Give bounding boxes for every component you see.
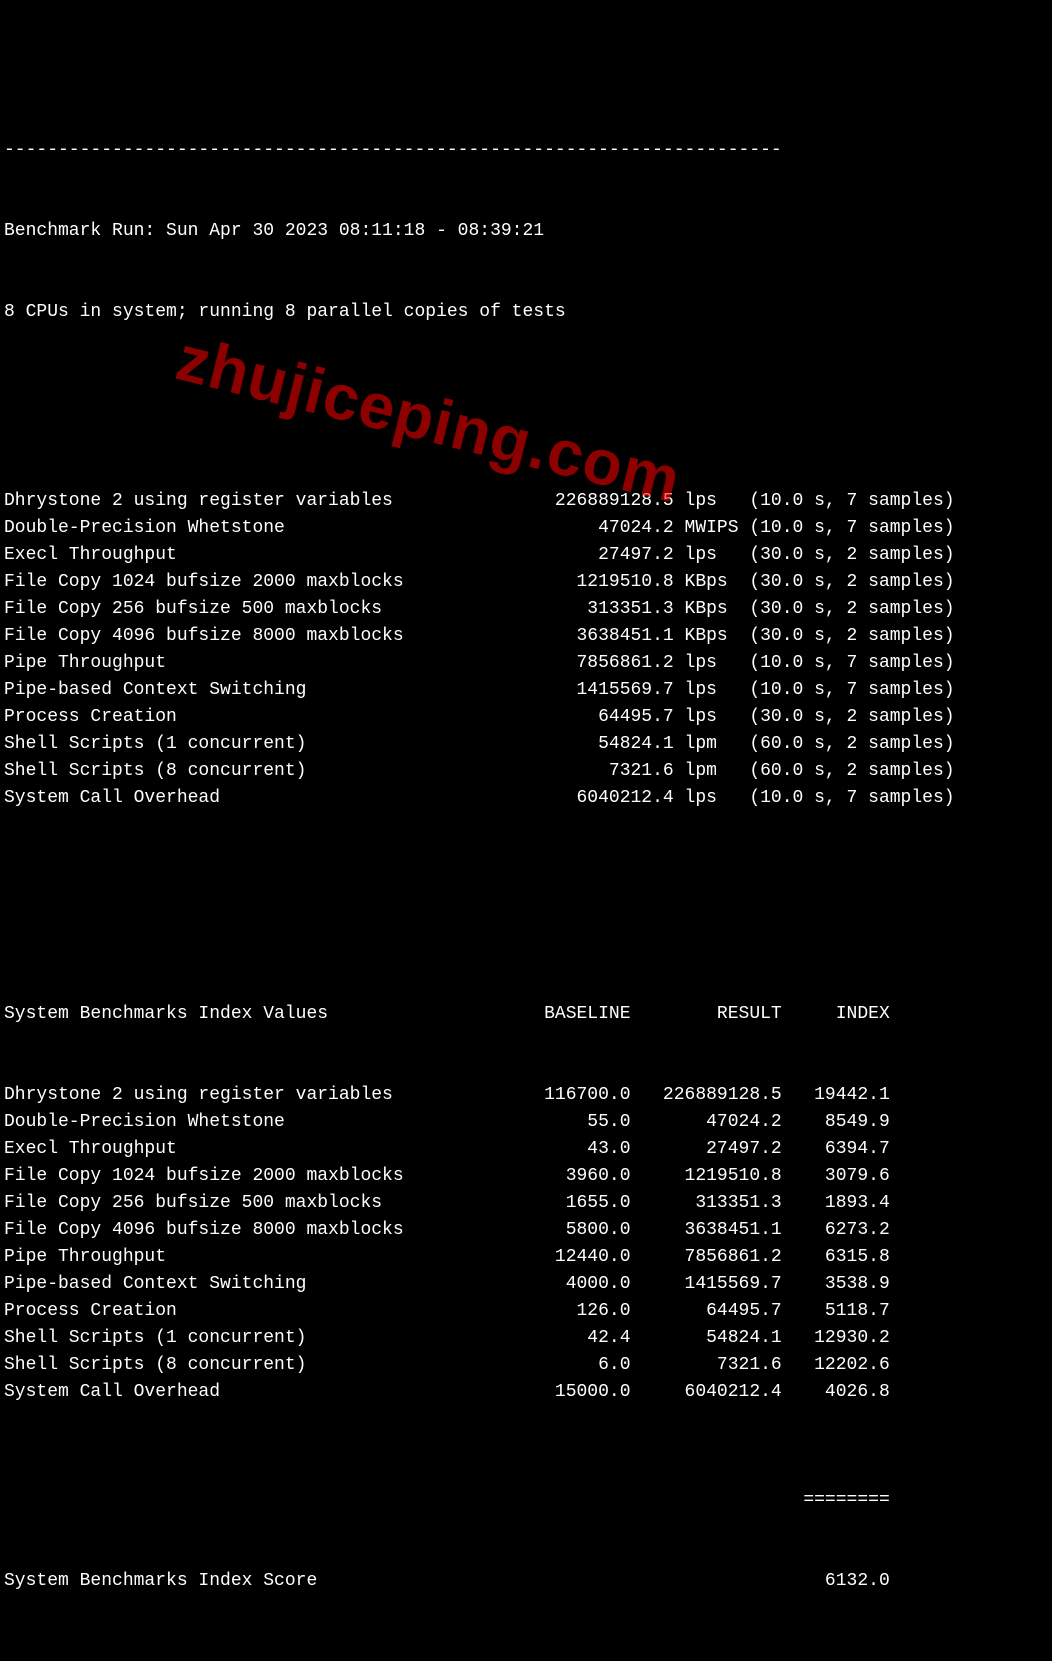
result-row: Dhrystone 2 using register variables 226…: [4, 488, 1048, 515]
index-row: Pipe-based Context Switching 4000.0 1415…: [4, 1271, 1048, 1298]
index-header: System Benchmarks Index Values BASELINE …: [4, 1001, 1048, 1028]
index-row: Shell Scripts (1 concurrent) 42.4 54824.…: [4, 1325, 1048, 1352]
result-row: Pipe-based Context Switching 1415569.7 l…: [4, 677, 1048, 704]
result-row: File Copy 4096 bufsize 8000 maxblocks 36…: [4, 623, 1048, 650]
result-row: File Copy 256 bufsize 500 maxblocks 3133…: [4, 596, 1048, 623]
index-row: Double-Precision Whetstone 55.0 47024.2 …: [4, 1109, 1048, 1136]
blank-line: [4, 893, 1048, 920]
benchmark-run-line: Benchmark Run: Sun Apr 30 2023 08:11:18 …: [4, 218, 1048, 245]
blank-line: [4, 380, 1048, 407]
result-row: File Copy 1024 bufsize 2000 maxblocks 12…: [4, 569, 1048, 596]
separator-line: ----------------------------------------…: [4, 137, 1048, 164]
result-row: Shell Scripts (8 concurrent) 7321.6 lpm …: [4, 758, 1048, 785]
index-row: File Copy 256 bufsize 500 maxblocks 1655…: [4, 1190, 1048, 1217]
index-row: File Copy 4096 bufsize 8000 maxblocks 58…: [4, 1217, 1048, 1244]
result-row: Double-Precision Whetstone 47024.2 MWIPS…: [4, 515, 1048, 542]
index-block: Dhrystone 2 using register variables 116…: [4, 1082, 1048, 1406]
index-row: Execl Throughput 43.0 27497.2 6394.7: [4, 1136, 1048, 1163]
index-row: System Call Overhead 15000.0 6040212.4 4…: [4, 1379, 1048, 1406]
result-row: Process Creation 64495.7 lps (30.0 s, 2 …: [4, 704, 1048, 731]
index-row: File Copy 1024 bufsize 2000 maxblocks 39…: [4, 1163, 1048, 1190]
results-block: Dhrystone 2 using register variables 226…: [4, 488, 1048, 812]
index-row: Shell Scripts (8 concurrent) 6.0 7321.6 …: [4, 1352, 1048, 1379]
result-row: Shell Scripts (1 concurrent) 54824.1 lpm…: [4, 731, 1048, 758]
index-row: Pipe Throughput 12440.0 7856861.2 6315.8: [4, 1244, 1048, 1271]
result-row: Execl Throughput 27497.2 lps (30.0 s, 2 …: [4, 542, 1048, 569]
score-line: System Benchmarks Index Score 6132.0: [4, 1568, 1048, 1595]
result-row: Pipe Throughput 7856861.2 lps (10.0 s, 7…: [4, 650, 1048, 677]
terminal-output: zhujiceping.com ------------------------…: [0, 0, 1052, 1661]
result-row: System Call Overhead 6040212.4 lps (10.0…: [4, 785, 1048, 812]
index-row: Process Creation 126.0 64495.7 5118.7: [4, 1298, 1048, 1325]
index-row: Dhrystone 2 using register variables 116…: [4, 1082, 1048, 1109]
score-separator: ========: [4, 1487, 1048, 1514]
cpu-line: 8 CPUs in system; running 8 parallel cop…: [4, 299, 1048, 326]
